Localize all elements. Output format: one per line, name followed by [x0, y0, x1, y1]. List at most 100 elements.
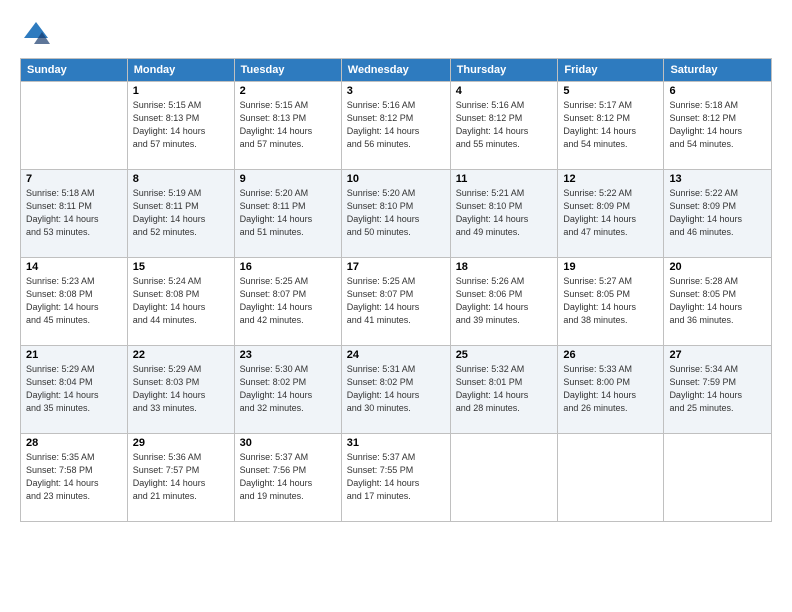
day-number: 24 [347, 349, 445, 361]
day-number: 16 [240, 261, 336, 273]
calendar-cell: 17 Sunrise: 5:25 AM Sunset: 8:07 PM Dayli… [341, 258, 450, 346]
calendar-week-row: 7 Sunrise: 5:18 AM Sunset: 8:11 PM Daylig… [21, 170, 772, 258]
day-info: Sunrise: 5:18 AM Sunset: 8:11 PM Dayligh… [26, 187, 122, 239]
calendar-cell: 26 Sunrise: 5:33 AM Sunset: 8:00 PM Dayli… [558, 346, 664, 434]
day-info: Sunrise: 5:36 AM Sunset: 7:57 PM Dayligh… [133, 451, 229, 503]
calendar-week-row: 1Sunrise: 5:15 AM Sunset: 8:13 PM Daylig… [21, 82, 772, 170]
day-number: 29 [133, 437, 229, 449]
day-info: Sunrise: 5:35 AM Sunset: 7:58 PM Dayligh… [26, 451, 122, 503]
calendar-cell: 10 Sunrise: 5:20 AM Sunset: 8:10 PM Dayli… [341, 170, 450, 258]
calendar-cell: 15Sunrise: 5:24 AM Sunset: 8:08 PM Dayli… [127, 258, 234, 346]
calendar-cell: 3 Sunrise: 5:16 AM Sunset: 8:12 PM Daylig… [341, 82, 450, 170]
day-info: Sunrise: 5:20 AM Sunset: 8:10 PM Dayligh… [347, 187, 445, 239]
day-info: Sunrise: 5:18 AM Sunset: 8:12 PM Dayligh… [669, 99, 766, 151]
day-info: Sunrise: 5:34 AM Sunset: 7:59 PM Dayligh… [669, 363, 766, 415]
calendar-cell: 21Sunrise: 5:29 AM Sunset: 8:04 PM Dayli… [21, 346, 128, 434]
day-number: 3 [347, 85, 445, 97]
day-number: 9 [240, 173, 336, 185]
day-info: Sunrise: 5:22 AM Sunset: 8:09 PM Dayligh… [563, 187, 658, 239]
calendar-cell: 25Sunrise: 5:32 AM Sunset: 8:01 PM Dayli… [450, 346, 558, 434]
day-number: 2 [240, 85, 336, 97]
calendar-cell: 6 Sunrise: 5:18 AM Sunset: 8:12 PM Daylig… [664, 82, 772, 170]
day-number: 26 [563, 349, 658, 361]
calendar-cell: 16 Sunrise: 5:25 AM Sunset: 8:07 PM Dayli… [234, 258, 341, 346]
calendar-cell: 19 Sunrise: 5:27 AM Sunset: 8:05 PM Dayli… [558, 258, 664, 346]
calendar-cell: 23Sunrise: 5:30 AM Sunset: 8:02 PM Dayli… [234, 346, 341, 434]
calendar-cell: 11Sunrise: 5:21 AM Sunset: 8:10 PM Dayli… [450, 170, 558, 258]
calendar-cell: 28 Sunrise: 5:35 AM Sunset: 7:58 PM Dayli… [21, 434, 128, 522]
calendar-header-saturday: Saturday [664, 59, 772, 82]
day-number: 27 [669, 349, 766, 361]
day-info: Sunrise: 5:20 AM Sunset: 8:11 PM Dayligh… [240, 187, 336, 239]
calendar-header-sunday: Sunday [21, 59, 128, 82]
day-number: 20 [669, 261, 766, 273]
calendar-header-tuesday: Tuesday [234, 59, 341, 82]
day-info: Sunrise: 5:23 AM Sunset: 8:08 PM Dayligh… [26, 275, 122, 327]
day-info: Sunrise: 5:19 AM Sunset: 8:11 PM Dayligh… [133, 187, 229, 239]
calendar-cell: 18 Sunrise: 5:26 AM Sunset: 8:06 PM Dayli… [450, 258, 558, 346]
calendar-cell: 12 Sunrise: 5:22 AM Sunset: 8:09 PM Dayli… [558, 170, 664, 258]
day-number: 13 [669, 173, 766, 185]
day-number: 17 [347, 261, 445, 273]
calendar-cell: 8 Sunrise: 5:19 AM Sunset: 8:11 PM Daylig… [127, 170, 234, 258]
logo-icon [20, 18, 52, 50]
calendar-cell: 24 Sunrise: 5:31 AM Sunset: 8:02 PM Dayli… [341, 346, 450, 434]
day-number: 22 [133, 349, 229, 361]
day-info: Sunrise: 5:25 AM Sunset: 8:07 PM Dayligh… [240, 275, 336, 327]
day-number: 5 [563, 85, 658, 97]
day-info: Sunrise: 5:27 AM Sunset: 8:05 PM Dayligh… [563, 275, 658, 327]
calendar-cell: 7 Sunrise: 5:18 AM Sunset: 8:11 PM Daylig… [21, 170, 128, 258]
calendar-cell [21, 82, 128, 170]
calendar-cell: 27 Sunrise: 5:34 AM Sunset: 7:59 PM Dayli… [664, 346, 772, 434]
calendar-cell: 5 Sunrise: 5:17 AM Sunset: 8:12 PM Daylig… [558, 82, 664, 170]
calendar-cell [558, 434, 664, 522]
day-number: 31 [347, 437, 445, 449]
day-info: Sunrise: 5:25 AM Sunset: 8:07 PM Dayligh… [347, 275, 445, 327]
day-info: Sunrise: 5:29 AM Sunset: 8:04 PM Dayligh… [26, 363, 122, 415]
calendar-header-thursday: Thursday [450, 59, 558, 82]
day-number: 12 [563, 173, 658, 185]
day-info: Sunrise: 5:31 AM Sunset: 8:02 PM Dayligh… [347, 363, 445, 415]
calendar-cell: 29 Sunrise: 5:36 AM Sunset: 7:57 PM Dayli… [127, 434, 234, 522]
day-number: 30 [240, 437, 336, 449]
day-number: 18 [456, 261, 553, 273]
day-number: 8 [133, 173, 229, 185]
day-info: Sunrise: 5:37 AM Sunset: 7:56 PM Dayligh… [240, 451, 336, 503]
day-info: Sunrise: 5:33 AM Sunset: 8:00 PM Dayligh… [563, 363, 658, 415]
calendar-week-row: 14 Sunrise: 5:23 AM Sunset: 8:08 PM Dayli… [21, 258, 772, 346]
day-number: 7 [26, 173, 122, 185]
calendar-cell: 31Sunrise: 5:37 AM Sunset: 7:55 PM Dayli… [341, 434, 450, 522]
header [20, 18, 772, 50]
day-number: 19 [563, 261, 658, 273]
calendar-cell: 9 Sunrise: 5:20 AM Sunset: 8:11 PM Daylig… [234, 170, 341, 258]
day-info: Sunrise: 5:24 AM Sunset: 8:08 PM Dayligh… [133, 275, 229, 327]
day-number: 6 [669, 85, 766, 97]
calendar-cell: 13Sunrise: 5:22 AM Sunset: 8:09 PM Dayli… [664, 170, 772, 258]
day-info: Sunrise: 5:21 AM Sunset: 8:10 PM Dayligh… [456, 187, 553, 239]
calendar-cell: 4 Sunrise: 5:16 AM Sunset: 8:12 PM Daylig… [450, 82, 558, 170]
day-number: 23 [240, 349, 336, 361]
calendar-cell [664, 434, 772, 522]
day-number: 14 [26, 261, 122, 273]
calendar-cell: 30 Sunrise: 5:37 AM Sunset: 7:56 PM Dayli… [234, 434, 341, 522]
day-info: Sunrise: 5:17 AM Sunset: 8:12 PM Dayligh… [563, 99, 658, 151]
calendar-week-row: 21Sunrise: 5:29 AM Sunset: 8:04 PM Dayli… [21, 346, 772, 434]
calendar-table: SundayMondayTuesdayWednesdayThursdayFrid… [20, 58, 772, 522]
calendar-cell: 14 Sunrise: 5:23 AM Sunset: 8:08 PM Dayli… [21, 258, 128, 346]
calendar-header-row: SundayMondayTuesdayWednesdayThursdayFrid… [21, 59, 772, 82]
day-info: Sunrise: 5:26 AM Sunset: 8:06 PM Dayligh… [456, 275, 553, 327]
day-info: Sunrise: 5:16 AM Sunset: 8:12 PM Dayligh… [456, 99, 553, 151]
day-info: Sunrise: 5:16 AM Sunset: 8:12 PM Dayligh… [347, 99, 445, 151]
calendar-cell: 1Sunrise: 5:15 AM Sunset: 8:13 PM Daylig… [127, 82, 234, 170]
calendar-week-row: 28 Sunrise: 5:35 AM Sunset: 7:58 PM Dayli… [21, 434, 772, 522]
day-number: 28 [26, 437, 122, 449]
calendar-cell: 20Sunrise: 5:28 AM Sunset: 8:05 PM Dayli… [664, 258, 772, 346]
calendar-header-friday: Friday [558, 59, 664, 82]
day-info: Sunrise: 5:15 AM Sunset: 8:13 PM Dayligh… [240, 99, 336, 151]
calendar-header-monday: Monday [127, 59, 234, 82]
calendar-header-wednesday: Wednesday [341, 59, 450, 82]
day-number: 25 [456, 349, 553, 361]
day-number: 4 [456, 85, 553, 97]
day-number: 10 [347, 173, 445, 185]
calendar-cell: 22Sunrise: 5:29 AM Sunset: 8:03 PM Dayli… [127, 346, 234, 434]
